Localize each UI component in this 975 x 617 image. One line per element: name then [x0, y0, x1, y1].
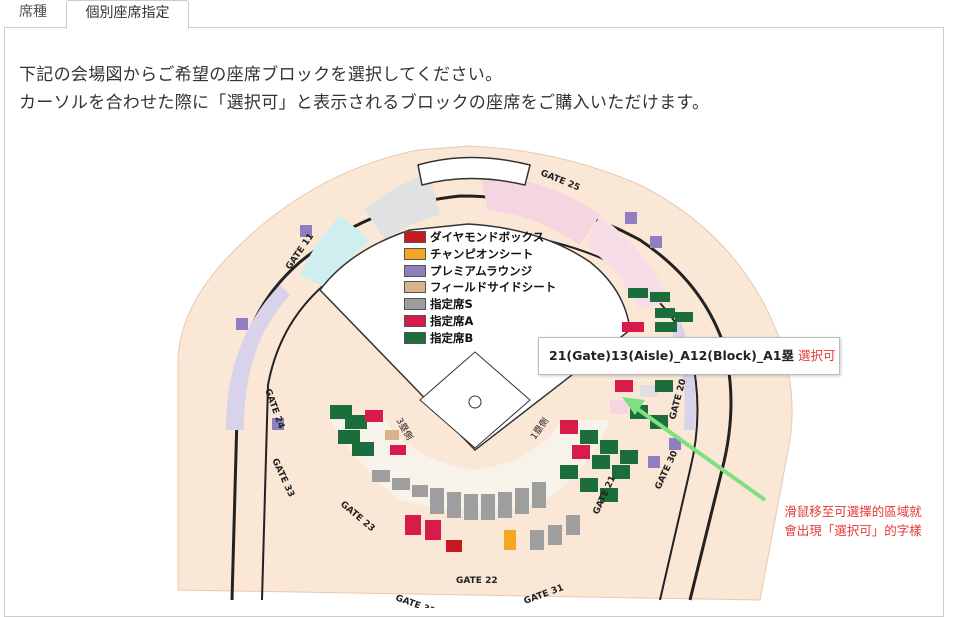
tooltip-block-id: 21(Gate)13(Aisle)_A12(Block)_A1塁 [549, 348, 794, 363]
pitcher-mound [468, 395, 482, 409]
hint-line-1: 滑鼠移至可選擇的區域就 [784, 504, 922, 519]
legend-item: 指定席B [404, 330, 556, 347]
legend-swatch [404, 264, 426, 277]
legend-item: 指定席S [404, 296, 556, 313]
legend-swatch [404, 231, 426, 243]
hint-line-2: 會出現「選択可」的字樣 [784, 523, 922, 538]
legend-item: フィールドサイドシート [404, 279, 556, 296]
block-tooltip: 21(Gate)13(Aisle)_A12(Block)_A1塁 選択可 [538, 337, 840, 375]
legend-item: ダイヤモンドボックス [404, 229, 556, 246]
legend-swatch [404, 314, 426, 327]
gate-label: GATE 32 [394, 593, 437, 608]
hint-annotation: 滑鼠移至可選擇的區域就 會出現「選択可」的字樣 [768, 502, 938, 540]
seat-legend: ダイヤモンドボックス チャンピオンシート プレミアムラウンジ フィールドサイドシ… [404, 229, 556, 347]
tooltip-status: 選択可 [797, 348, 836, 363]
legend-item: チャンピオンシート [404, 246, 556, 263]
tab-individual-seat[interactable]: 個別座席指定 [66, 0, 189, 29]
legend-swatch [404, 281, 426, 294]
gate-label: GATE 22 [456, 576, 498, 586]
legend-swatch [404, 331, 426, 344]
legend-swatch [404, 247, 426, 260]
legend-swatch [404, 298, 426, 311]
legend-item: プレミアムラウンジ [404, 263, 556, 280]
legend-item: 指定席A [404, 313, 556, 330]
